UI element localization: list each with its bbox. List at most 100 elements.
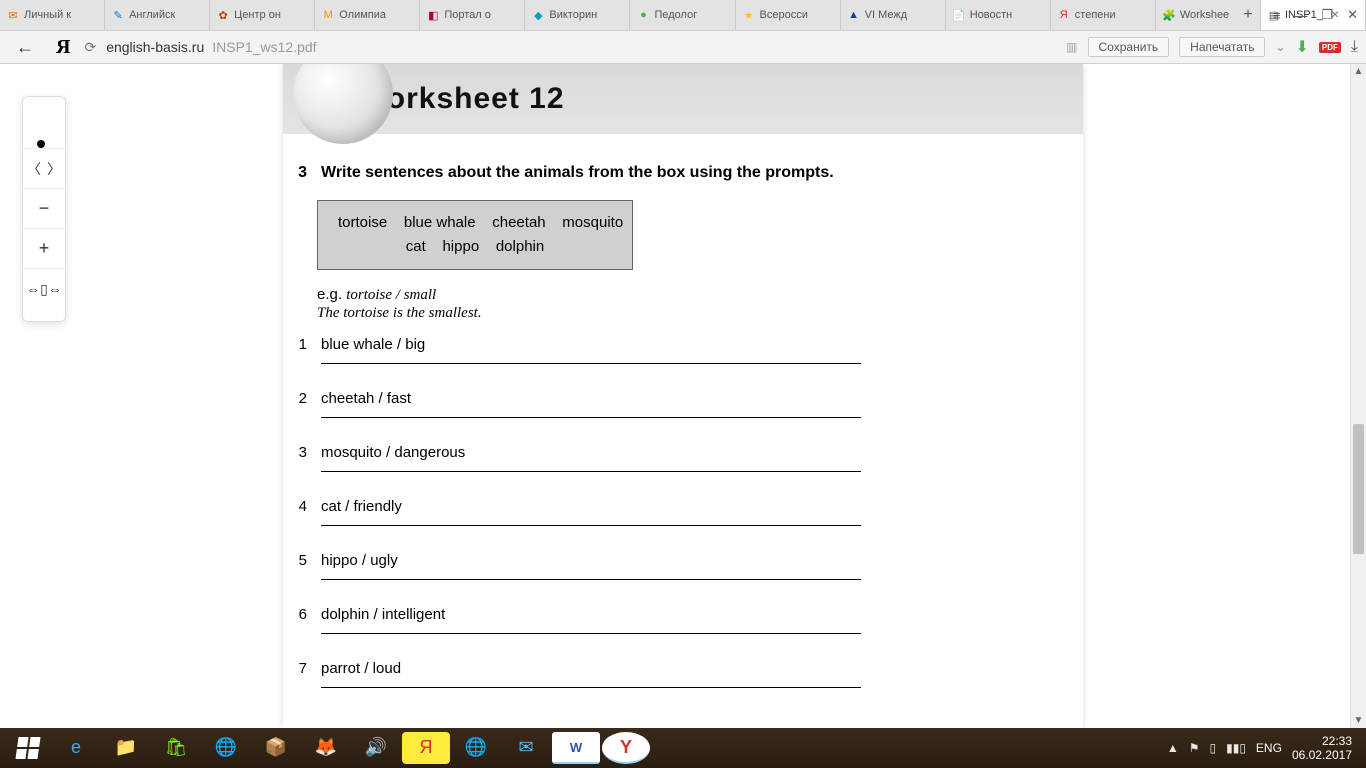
- tab-label: Портал о: [444, 9, 491, 21]
- vertical-scrollbar[interactable]: ▲ ▼: [1350, 64, 1366, 728]
- question-number: 2: [293, 390, 307, 418]
- scrollbar-thumb[interactable]: [1353, 424, 1364, 554]
- back-button[interactable]: ←: [8, 37, 42, 58]
- taskbar-app-store[interactable]: 🛍: [152, 732, 200, 764]
- tab-favicon-icon: 🧩: [1162, 8, 1176, 22]
- menu-icon[interactable]: ≡: [1273, 8, 1281, 23]
- tray-flag-icon[interactable]: ⚑: [1189, 741, 1200, 755]
- taskbar-app-mail[interactable]: ✉: [502, 732, 550, 764]
- exercise-heading: 3 Write sentences about the animals from…: [293, 164, 1043, 182]
- tab-label: Workshee: [1180, 9, 1229, 21]
- close-window-button[interactable]: ✕: [1347, 7, 1358, 23]
- download-icon[interactable]: ⤓: [1351, 38, 1358, 56]
- taskbar-app-unknown-1[interactable]: 📦: [252, 732, 300, 764]
- tab-favicon-icon: ◧: [426, 8, 440, 22]
- answer-blank-line: [321, 579, 861, 580]
- scroll-down-arrow-icon[interactable]: ▼: [1351, 715, 1366, 726]
- question-prompt: parrot / loud: [321, 660, 1043, 677]
- question-prompt: blue whale / big: [321, 336, 1043, 353]
- browser-tab[interactable]: ✉Личный к: [0, 0, 105, 30]
- tray-clock[interactable]: 22:33 06.02.2017: [1292, 734, 1352, 763]
- tab-favicon-icon: ●: [636, 8, 650, 22]
- dropdown-icon[interactable]: ⌄: [1275, 40, 1285, 54]
- save-button[interactable]: Сохранить: [1088, 37, 1170, 57]
- answer-blank-line: [321, 687, 861, 688]
- browser-tab[interactable]: ★Всеросси: [736, 0, 841, 30]
- zoom-in-button[interactable]: +: [23, 229, 65, 269]
- zoom-out-button[interactable]: −: [23, 189, 65, 229]
- question-number: 1: [293, 336, 307, 364]
- browser-tab[interactable]: ✿Центр он: [210, 0, 315, 30]
- tray-language[interactable]: ENG: [1256, 741, 1282, 755]
- question-item: 2 cheetah / fast: [293, 390, 1043, 418]
- taskbar-app-sound[interactable]: 🔊: [352, 732, 400, 764]
- taskbar-app-yandex-browser[interactable]: Y: [602, 732, 650, 764]
- answer-blank-line: [321, 363, 861, 364]
- new-tab-button[interactable]: +: [1230, 6, 1266, 24]
- taskbar-app-ie[interactable]: e: [52, 732, 100, 764]
- browser-tab[interactable]: ◧ Портал о: [420, 0, 525, 30]
- browser-tab[interactable]: 📄Новостн: [946, 0, 1051, 30]
- question-prompt: cheetah / fast: [321, 390, 1043, 407]
- system-tray: ▲ ⚑ ▯ ▮▮▯ ENG 22:33 06.02.2017: [1167, 734, 1360, 763]
- download-arrow-icon[interactable]: ⬇: [1296, 37, 1309, 57]
- prev-page-icon[interactable]: 〈: [27, 159, 41, 179]
- exercise-instruction: Write sentences about the animals from t…: [321, 164, 834, 182]
- browser-tab[interactable]: ▲VI Межд: [841, 0, 946, 30]
- start-button[interactable]: [6, 732, 50, 764]
- scroll-up-arrow-icon[interactable]: ▲: [1351, 66, 1366, 77]
- answer-blank-line: [321, 525, 861, 526]
- browser-tab[interactable]: Ястепени: [1051, 0, 1156, 30]
- taskbar-app-explorer[interactable]: 📁: [102, 732, 150, 764]
- address-bar: ← Я ⟳ english-basis.ru INSP1_ws12.pdf ▥ …: [0, 30, 1366, 64]
- windows-taskbar: e 📁 🛍 🌐 📦 🦊 🔊 Я 🌐 ✉ W Y ▲ ⚑ ▯ ▮▮▯ ENG 22…: [0, 728, 1366, 768]
- taskbar-app-firefox[interactable]: 🦊: [302, 732, 350, 764]
- pdf-nav-buttons[interactable]: 〈〉: [23, 149, 65, 189]
- word-box: tortoise blue whale cheetah mosquito cat…: [317, 200, 633, 270]
- tray-up-arrow-icon[interactable]: ▲: [1167, 741, 1179, 755]
- reload-button[interactable]: ⟳: [84, 39, 96, 56]
- example-block: e.g. tortoise / small The tortoise is th…: [317, 286, 1043, 322]
- tab-favicon-icon: ★: [742, 8, 756, 22]
- worksheet-title: Worksheet 12: [358, 82, 565, 116]
- browser-tab[interactable]: ◆Викторин: [525, 0, 630, 30]
- example-prompt: tortoise / small: [346, 287, 436, 303]
- answer-blank-line: [321, 471, 861, 472]
- browser-tab[interactable]: ✎ Английск: [105, 0, 210, 30]
- tray-date: 06.02.2017: [1292, 748, 1352, 762]
- tab-label: Английск: [129, 9, 175, 21]
- maximize-button[interactable]: ❐: [1321, 7, 1333, 23]
- answer-blank-line: [321, 417, 861, 418]
- pdf-toolbar: 〈〉 − + ⇔▯⇔: [22, 96, 66, 322]
- fit-width-button[interactable]: ⇔▯⇔: [23, 269, 65, 309]
- taskbar-app-chrome-1[interactable]: 🌐: [202, 732, 250, 764]
- taskbar-app-word[interactable]: W: [552, 732, 600, 764]
- tray-network-icon[interactable]: ▮▮▯: [1226, 741, 1246, 755]
- pdf-viewport[interactable]: Worksheet 12 3 Write sentences about the…: [0, 64, 1366, 728]
- browser-chrome: ✉Личный к ✎ Английск ✿Центр онМОлимпиа ◧ Порт…: [0, 0, 1366, 64]
- wordbox-row-1: tortoise blue whale cheetah mosquito: [338, 211, 612, 235]
- tab-label: VI Межд: [865, 9, 908, 21]
- browser-tab[interactable]: ●Педолог: [630, 0, 735, 30]
- pdf-page: Worksheet 12 3 Write sentences about the…: [283, 64, 1083, 728]
- shield-icon[interactable]: ▥: [1066, 40, 1077, 54]
- tab-favicon-icon: ◆: [531, 8, 545, 22]
- question-prompt: hippo / ugly: [321, 552, 1043, 569]
- document-body: 3 Write sentences about the animals from…: [283, 164, 1083, 728]
- browser-tab[interactable]: МОлимпиа: [315, 0, 420, 30]
- question-prompt: dolphin / intelligent: [321, 606, 1043, 623]
- yandex-logo[interactable]: Я: [52, 36, 74, 59]
- url-field[interactable]: english-basis.ru INSP1_ws12.pdf: [106, 39, 1056, 55]
- question-prompt: cat / friendly: [321, 498, 1043, 515]
- taskbar-app-yandex-search[interactable]: Я: [402, 732, 450, 764]
- tab-favicon-icon: ✎: [111, 8, 125, 22]
- tray-battery-icon[interactable]: ▯: [1210, 741, 1217, 755]
- taskbar-app-chrome-2[interactable]: 🌐: [452, 732, 500, 764]
- print-button[interactable]: Напечатать: [1179, 37, 1265, 57]
- tab-favicon-icon: ✉: [6, 8, 20, 22]
- question-number: 4: [293, 498, 307, 526]
- next-page-icon[interactable]: 〉: [47, 159, 61, 179]
- pdf-page-indicator[interactable]: [23, 109, 65, 149]
- minimize-button[interactable]: —: [1294, 8, 1307, 23]
- question-item: 5hippo / ugly: [293, 552, 1043, 580]
